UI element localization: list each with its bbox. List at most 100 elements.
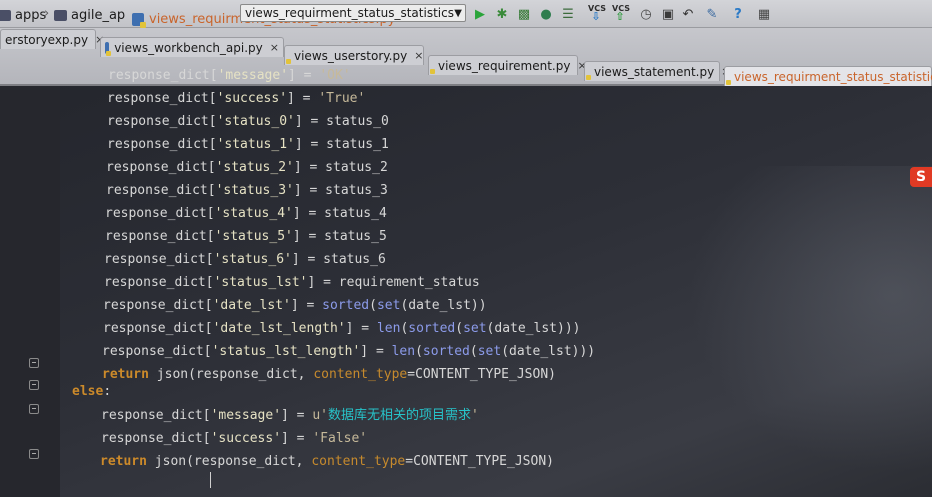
code-token: 'message' <box>210 408 282 423</box>
run-config-label: views_requirment_status_statistics <box>245 6 454 20</box>
code-token: len <box>376 321 401 336</box>
code-token: 'date_lst_length' <box>212 321 346 336</box>
profile-icon[interactable]: ● <box>538 7 554 23</box>
code-token: response_dict[ <box>107 114 217 129</box>
coverage-icon[interactable]: ▩ <box>516 7 532 23</box>
code-token: else <box>72 384 104 399</box>
code-line: response_dict['status_lst_length'] = len… <box>102 344 595 360</box>
code-token: return <box>102 367 149 382</box>
code-token: ] = <box>281 408 313 423</box>
close-icon[interactable]: × <box>270 41 279 54</box>
code-token: ] = status_1 <box>294 137 389 152</box>
code-token: =CONTENT_TYPE_JSON) <box>405 454 554 469</box>
code-token: 'status_5' <box>214 229 293 244</box>
build-icon[interactable]: ☰ <box>560 7 576 23</box>
run-configuration-select[interactable]: views_requirment_status_statistics ▼ <box>240 4 466 22</box>
tab-views-requirment-status-statistics[interactable]: views_requirment_status_statistics.py <box>724 66 932 86</box>
code-token: 'success' <box>216 91 288 106</box>
code-token: ] = <box>288 68 320 83</box>
debug-icon[interactable]: ✱ <box>494 7 510 23</box>
code-line: response_dict['status_1'] = status_1 <box>107 137 389 153</box>
tab-erstoryexp[interactable]: erstoryexp.py × <box>0 29 104 49</box>
settings-icon[interactable]: ✎ <box>704 7 720 23</box>
code-token: 'status_1' <box>216 137 295 152</box>
tab-views-userstory[interactable]: views_userstory.py × <box>284 45 424 65</box>
code-token: return <box>100 454 147 469</box>
code-token: ] = status_2 <box>293 160 388 175</box>
code-token: 'OK' <box>319 68 351 83</box>
code-token: : <box>103 384 112 399</box>
code-token: 'success' <box>210 431 282 446</box>
vcs-history-icon[interactable]: ◷ <box>638 7 654 23</box>
tab-label: views_userstory.py <box>294 48 408 63</box>
code-line: else: <box>72 384 111 400</box>
navigation-bar: apps › agile_ap views_requirment_status_… <box>0 0 932 28</box>
code-token: set <box>376 298 401 313</box>
code-token: 'status_6' <box>213 252 292 267</box>
fold-marker-icon[interactable] <box>29 404 39 414</box>
code-token: ] = status_4 <box>292 206 387 221</box>
code-token: response_dict[ <box>105 229 215 244</box>
fold-marker-icon[interactable] <box>29 380 39 390</box>
breadcrumb-agile-ap[interactable]: agile_ap <box>54 6 125 24</box>
code-token: response_dict[ <box>103 298 213 313</box>
code-token: response_dict[ <box>102 344 212 359</box>
code-token: 'date_lst' <box>212 298 291 313</box>
code-token: 'False' <box>312 431 368 446</box>
tab-views-workbench-api[interactable]: views_workbench_api.py × <box>100 37 284 57</box>
code-line: response_dict['status_0'] = status_0 <box>107 114 389 130</box>
code-token: 'status_3' <box>215 183 294 198</box>
code-editor[interactable]: response_dict['message'] = 'OK' response_… <box>0 68 932 497</box>
code-token: ( <box>469 344 478 359</box>
diff-icon[interactable]: ▣ <box>660 7 676 23</box>
editor-gutter <box>0 86 60 497</box>
fold-marker-icon[interactable] <box>29 449 39 459</box>
code-line: response_dict['status_6'] = status_6 <box>104 252 386 268</box>
tab-views-requirement[interactable]: views_requirement.py × <box>428 55 587 75</box>
folder-icon <box>54 9 67 21</box>
code-line: response_dict['message'] = 'OK' <box>108 68 351 84</box>
code-token: response_dict[ <box>101 408 211 423</box>
code-token: 数据库无相关的项目需求 <box>328 408 472 423</box>
python-file-icon <box>105 41 112 56</box>
code-token: 'status_2' <box>215 160 294 175</box>
code-token: set <box>463 321 487 336</box>
code-token: ] = status_3 <box>293 183 388 198</box>
code-token: =CONTENT_TYPE_JSON) <box>407 367 556 382</box>
code-token: (date_lst))) <box>486 321 581 336</box>
code-token: ( <box>369 298 377 313</box>
fold-marker-icon[interactable] <box>29 358 39 368</box>
code-token: response_dict[ <box>107 137 217 152</box>
code-token: 'True' <box>318 91 366 106</box>
code-token: ] = <box>290 298 323 313</box>
code-token: json(response_dict, <box>146 454 312 469</box>
code-token: ] = requirement_status <box>307 275 480 290</box>
code-line: response_dict['success'] = 'False' <box>101 431 367 447</box>
code-token: sorted <box>322 298 370 313</box>
breadcrumb-label: apps <box>15 7 47 23</box>
code-token: (date_lst)) <box>400 298 487 313</box>
folder-icon <box>0 9 11 21</box>
help-icon[interactable]: ? <box>730 7 746 23</box>
code-token: 'status_lst' <box>213 275 308 290</box>
close-icon[interactable]: × <box>414 49 423 62</box>
code-token: ' <box>471 408 479 423</box>
code-token: 'message' <box>217 68 289 83</box>
code-token: ] = <box>360 344 392 359</box>
vcs-update-icon[interactable]: VCS ⇩ <box>588 5 606 23</box>
vcs-commit-icon[interactable]: VCS ⇧ <box>612 5 630 23</box>
breadcrumb-separator: › <box>44 6 50 21</box>
breadcrumb-label: agile_ap <box>71 7 126 23</box>
code-token: u' <box>312 408 328 423</box>
code-line: return json(response_dict, content_type=… <box>100 454 554 470</box>
code-line: response_dict['status_4'] = status_4 <box>105 206 387 222</box>
code-token: ( <box>455 321 464 336</box>
revert-icon[interactable]: ↶ <box>680 7 696 23</box>
tab-views-statement[interactable]: views_statement.py × <box>584 61 730 81</box>
run-icon[interactable]: ▶ <box>472 7 488 23</box>
breadcrumb-apps[interactable]: apps <box>0 6 46 24</box>
external-tool-icon[interactable]: ▦ <box>756 7 772 23</box>
code-token: sorted <box>422 344 470 359</box>
code-token: json(response_dict, <box>148 367 314 382</box>
ime-badge[interactable]: S <box>910 167 932 187</box>
